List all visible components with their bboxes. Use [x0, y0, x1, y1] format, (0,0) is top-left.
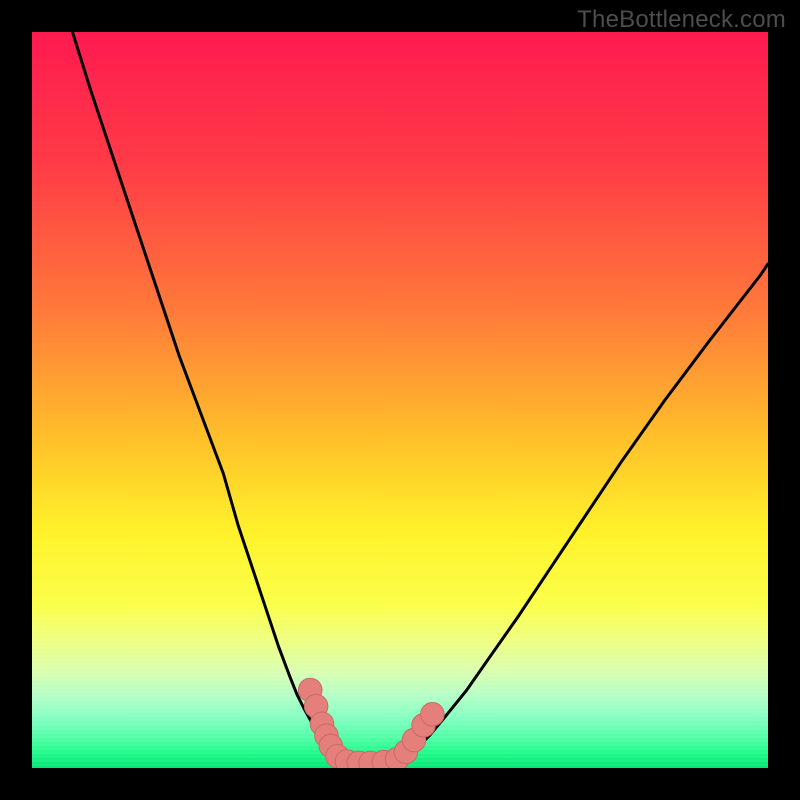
watermark-text: TheBottleneck.com	[577, 6, 786, 34]
data-marker	[421, 702, 445, 726]
curve-layer	[32, 32, 768, 768]
bottleneck-curve	[72, 32, 768, 764]
chart-frame: TheBottleneck.com	[0, 0, 800, 800]
plot-area	[32, 32, 768, 768]
